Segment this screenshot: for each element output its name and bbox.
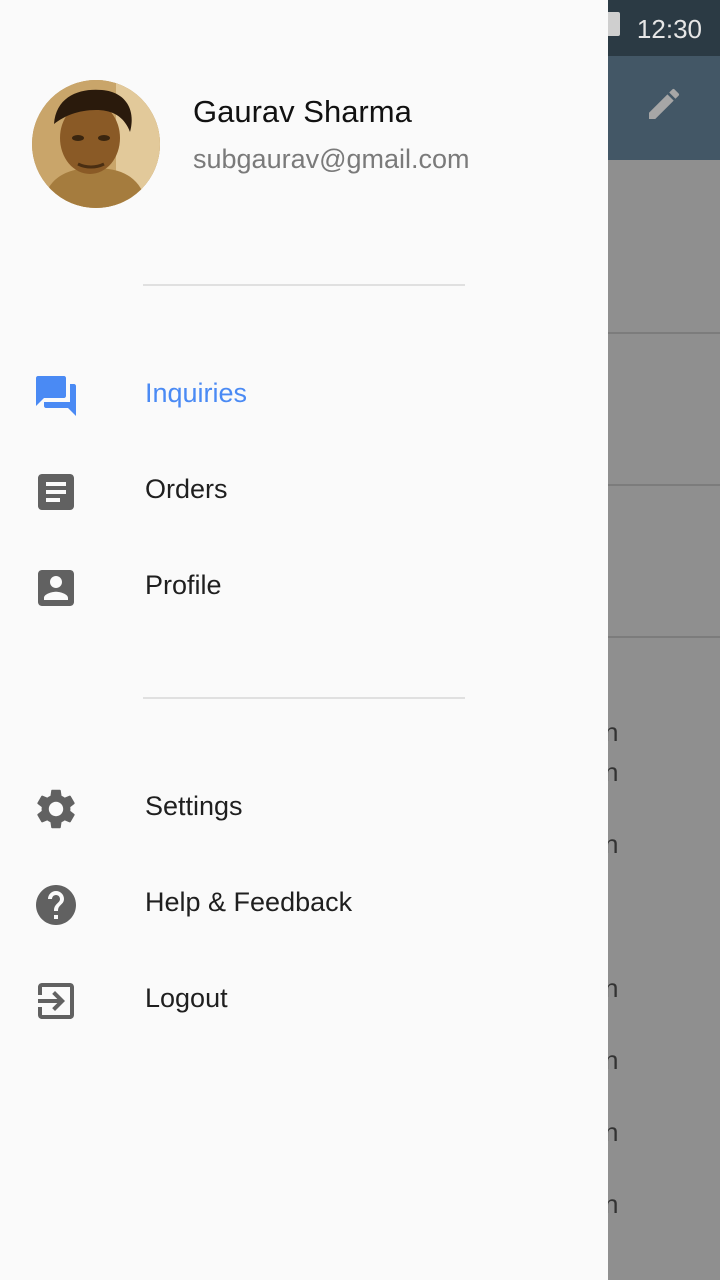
pencil-icon xyxy=(649,88,680,119)
user-name: Gaurav Sharma xyxy=(193,94,412,129)
divider xyxy=(143,284,465,286)
avatar-photo xyxy=(32,80,160,208)
nav-item-logout[interactable]: Logout xyxy=(0,953,608,1049)
background-divider xyxy=(608,484,720,486)
nav-label-orders: Orders xyxy=(145,474,228,504)
avatar[interactable] xyxy=(32,80,160,208)
help-icon xyxy=(36,885,76,925)
background-divider xyxy=(608,332,720,334)
navigation-drawer: Gaurav Sharma subgaurav@gmail.com Inquir… xyxy=(0,0,608,1280)
nav-label-profile: Profile xyxy=(145,570,222,600)
nav-label-inquiries: Inquiries xyxy=(145,378,248,408)
divider xyxy=(143,697,465,699)
nav-item-profile[interactable]: Profile xyxy=(0,540,608,636)
nav-item-help-feedback[interactable]: Help & Feedback xyxy=(0,857,608,953)
nav-label-logout: Logout xyxy=(145,983,228,1013)
forum-icon xyxy=(36,376,76,416)
nav-item-orders[interactable]: Orders xyxy=(0,444,608,540)
status-time: 12:30 xyxy=(636,14,702,44)
account-box-icon xyxy=(38,570,74,606)
battery-icon xyxy=(606,12,620,36)
edit-button[interactable] xyxy=(636,76,692,132)
background-divider xyxy=(608,636,720,638)
nav-label-settings: Settings xyxy=(145,791,243,821)
description-icon xyxy=(38,474,74,510)
gear-icon xyxy=(37,789,75,829)
nav-label-help-feedback: Help & Feedback xyxy=(145,887,353,917)
user-email: subgaurav@gmail.com xyxy=(193,144,470,174)
nav-item-settings[interactable]: Settings xyxy=(0,761,608,857)
logout-icon xyxy=(38,983,74,1019)
nav-item-inquiries[interactable]: Inquiries xyxy=(0,348,608,444)
